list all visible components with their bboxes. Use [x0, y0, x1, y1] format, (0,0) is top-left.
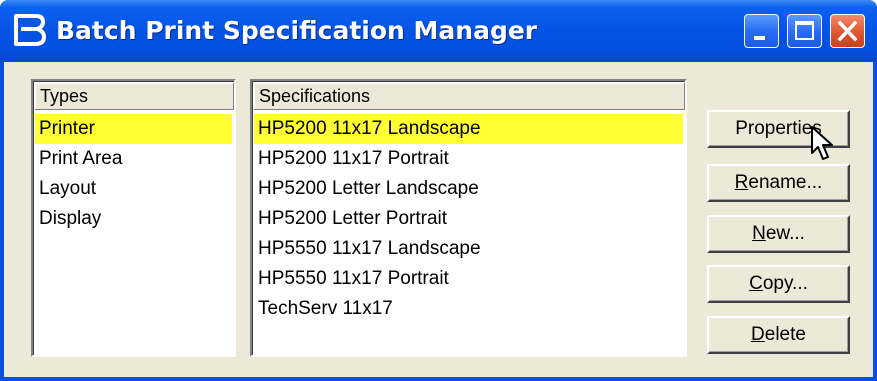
close-icon [837, 20, 858, 42]
spec-item[interactable]: TechServ 11x17 [254, 294, 683, 324]
types-item-print-area[interactable]: Print Area [35, 144, 232, 174]
copy-mnemonic: C [749, 273, 763, 294]
types-header: Types [35, 83, 234, 110]
copy-label: opy... [762, 273, 808, 294]
types-item-display[interactable]: Display [35, 204, 232, 234]
title-bar[interactable]: Batch Print Specification Manager [0, 0, 877, 62]
arrow-pointer-icon [811, 126, 833, 160]
properties-label: Properties [735, 118, 822, 139]
close-button[interactable] [830, 14, 865, 48]
specifications-items: HP5200 11x17 Landscape HP5200 11x17 Port… [254, 114, 683, 324]
specifications-header: Specifications [254, 83, 685, 110]
new-button[interactable]: New... [707, 215, 850, 253]
spec-item[interactable]: HP5200 11x17 Portrait [254, 144, 683, 174]
types-items: Printer Print Area Layout Display [35, 114, 232, 234]
types-list[interactable]: Types Printer Print Area Layout Display [31, 79, 236, 357]
window-title: Batch Print Specification Manager [56, 16, 538, 45]
spec-item[interactable]: HP5550 11x17 Landscape [254, 234, 683, 264]
copy-button[interactable]: Copy... [707, 265, 850, 303]
minimize-icon [754, 36, 765, 40]
rename-label: ename... [748, 172, 823, 193]
spec-item[interactable]: HP5550 11x17 Portrait [254, 264, 683, 294]
types-item-layout[interactable]: Layout [35, 174, 232, 204]
maximize-button[interactable] [787, 14, 822, 48]
maximize-icon [795, 21, 814, 40]
delete-mnemonic: D [751, 324, 765, 345]
specifications-list[interactable]: Specifications HP5200 11x17 Landscape HP… [250, 79, 687, 357]
types-item-printer[interactable]: Printer [35, 114, 232, 144]
new-mnemonic: N [752, 223, 766, 244]
spec-item[interactable]: HP5200 Letter Portrait [254, 204, 683, 234]
delete-button[interactable]: Delete [707, 316, 850, 354]
rename-button[interactable]: Rename... [707, 164, 850, 202]
rename-mnemonic: R [734, 172, 749, 193]
dialog-window: Batch Print Specification Manager Types … [0, 0, 877, 381]
spec-item[interactable]: HP5200 11x17 Landscape [254, 114, 683, 144]
delete-label: elete [764, 324, 806, 345]
minimize-button[interactable] [744, 14, 779, 48]
bentley-b-icon [14, 14, 46, 46]
spec-item[interactable]: HP5200 Letter Landscape [254, 174, 683, 204]
dialog-body: Types Printer Print Area Layout Display … [4, 62, 873, 377]
new-label: ew... [765, 223, 805, 244]
